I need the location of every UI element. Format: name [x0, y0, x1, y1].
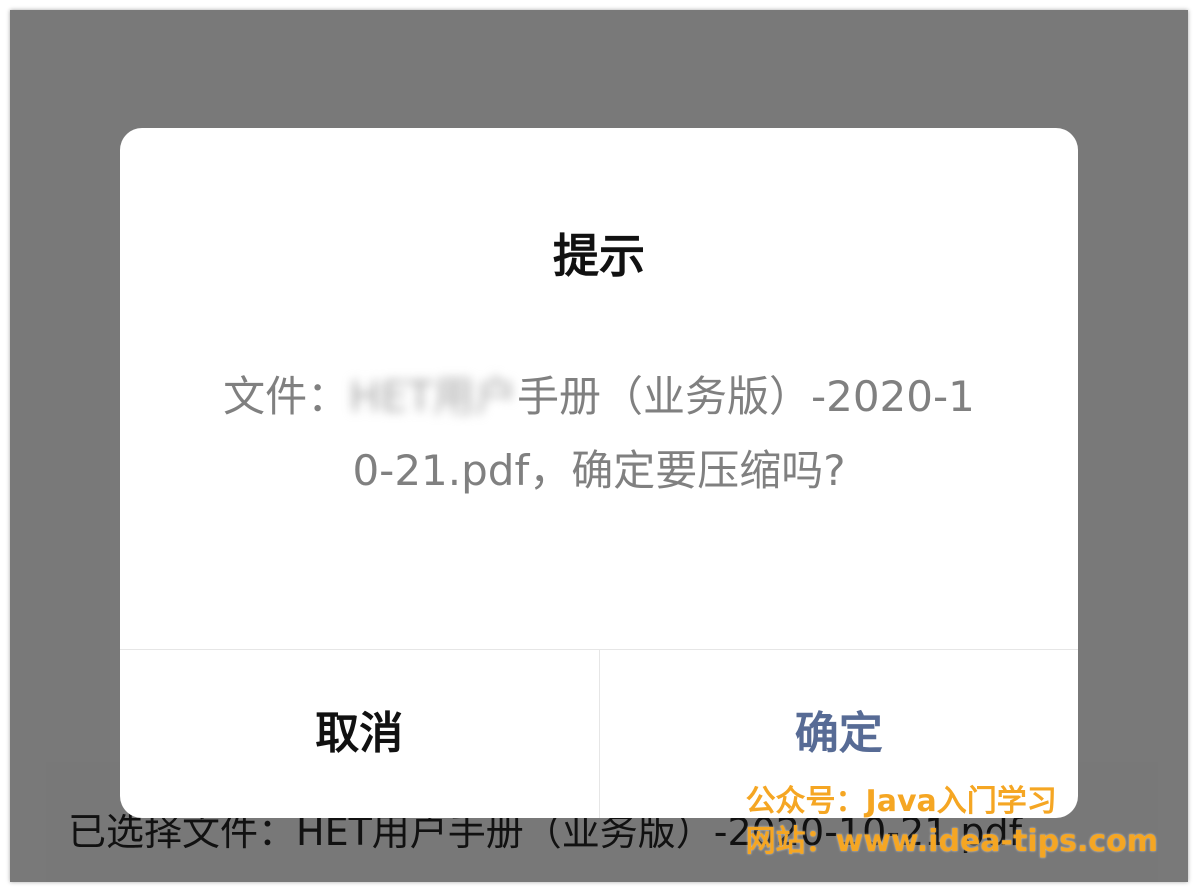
watermark: 公众号：Java入门学习 网站：www.idea-tips.com — [746, 782, 1158, 862]
dialog-message: 文件：HET用户手册（业务版）-2020-10-21.pdf，确定要压缩吗? — [220, 360, 978, 508]
dialog-message-blurred-name: HET用户 — [349, 372, 517, 421]
watermark-line-2: 网站：www.idea-tips.com — [745, 824, 1158, 859]
dialog-title: 提示 — [553, 229, 645, 283]
dialog-message-prefix: 文件： — [223, 372, 350, 421]
watermark-line-1: 公众号：Java入门学习 — [745, 784, 1057, 819]
confirm-dialog: 提示 文件：HET用户手册（业务版）-2020-10-21.pdf，确定要压缩吗… — [120, 128, 1078, 818]
cancel-button[interactable]: 取消 — [120, 650, 600, 818]
screen: 已选择文件：HET用户手册（业务版）-2020-10-21.pdf 提示 文件：… — [10, 10, 1188, 882]
